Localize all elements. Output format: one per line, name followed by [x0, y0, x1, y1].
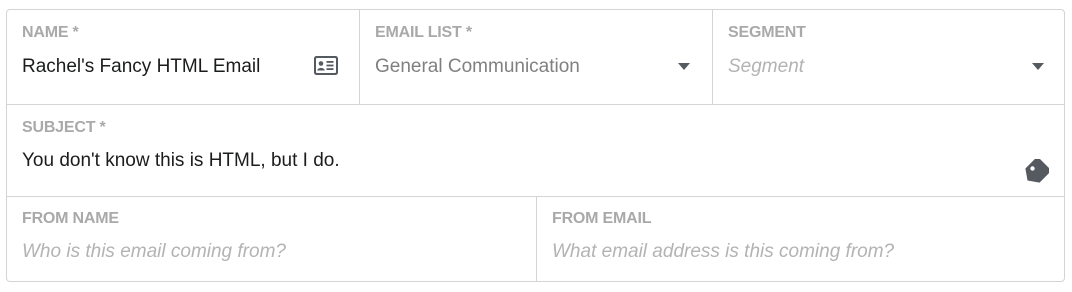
email-list-selected-value[interactable]: General Communication: [375, 56, 580, 78]
id-card-icon[interactable]: [314, 56, 338, 75]
form-row-from: FROM NAME Who is this email coming from?…: [7, 196, 1064, 281]
name-input[interactable]: Rachel's Fancy HTML Email: [22, 56, 260, 78]
from-name-input[interactable]: Who is this email coming from?: [22, 241, 286, 263]
from-email-input[interactable]: What email address is this coming from?: [552, 241, 894, 263]
tag-icon[interactable]: [1023, 159, 1049, 185]
segment-label: SEGMENT: [728, 24, 806, 41]
from-name-field[interactable]: FROM NAME Who is this email coming from?: [7, 196, 536, 281]
email-list-label: EMAIL LIST *: [375, 24, 472, 41]
subject-field[interactable]: SUBJECT * You don't know this is HTML, b…: [7, 104, 1064, 196]
from-email-field[interactable]: FROM EMAIL What email address is this co…: [536, 196, 1064, 281]
from-email-label: FROM EMAIL: [552, 210, 652, 227]
name-label: NAME *: [22, 24, 79, 41]
segment-select[interactable]: SEGMENT Segment: [712, 10, 1064, 104]
email-list-select[interactable]: EMAIL LIST * General Communication: [359, 10, 712, 104]
chevron-down-icon[interactable]: [678, 63, 690, 70]
form-row-name-list-segment: NAME * Rachel's Fancy HTML Email EMAIL L…: [7, 10, 1064, 105]
from-name-label: FROM NAME: [22, 210, 119, 227]
form-row-subject: SUBJECT * You don't know this is HTML, b…: [7, 104, 1064, 197]
segment-placeholder[interactable]: Segment: [728, 56, 804, 78]
name-field[interactable]: NAME * Rachel's Fancy HTML Email: [7, 10, 359, 104]
subject-input[interactable]: You don't know this is HTML, but I do.: [22, 150, 340, 172]
campaign-form: NAME * Rachel's Fancy HTML Email EMAIL L…: [6, 9, 1065, 282]
subject-label: SUBJECT *: [22, 119, 106, 136]
chevron-down-icon[interactable]: [1032, 63, 1044, 70]
